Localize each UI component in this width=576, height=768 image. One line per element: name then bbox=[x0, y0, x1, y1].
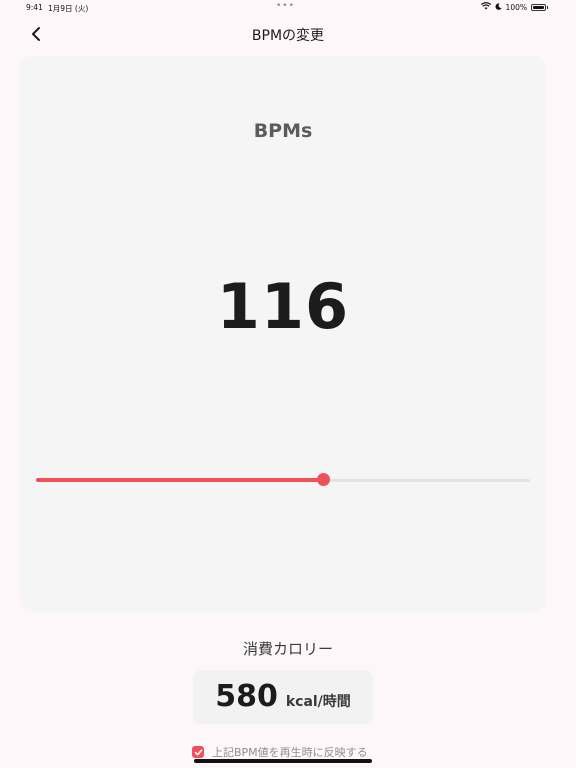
bpm-label: BPMs bbox=[253, 120, 313, 142]
calorie-display: 580 kcal/時間 bbox=[193, 670, 373, 724]
wifi-icon bbox=[480, 2, 491, 12]
bpm-card: BPMs 116 bbox=[20, 56, 546, 612]
status-time: 9:41 bbox=[26, 3, 43, 12]
moon-icon bbox=[495, 2, 502, 12]
bpm-value: 116 bbox=[216, 270, 350, 343]
checkmark-icon bbox=[194, 748, 202, 755]
battery-percent: 100% bbox=[505, 2, 527, 12]
calorie-value: 580 bbox=[215, 679, 278, 714]
status-bar: 9:41 1月9日 (火) ••• 100% bbox=[0, 0, 576, 14]
calorie-label: 消費カロリー bbox=[242, 640, 333, 658]
reflect-checkbox[interactable] bbox=[192, 746, 204, 758]
multitasking-dots-icon[interactable]: ••• bbox=[276, 1, 295, 11]
page-title: BPMの変更 bbox=[251, 28, 325, 44]
status-indicators: 100% bbox=[480, 2, 548, 12]
battery-icon bbox=[531, 3, 548, 11]
reflect-bpm-option[interactable]: 上記BPM値を再生時に反映する bbox=[192, 744, 368, 760]
navigation-bar: BPMの変更 bbox=[0, 18, 576, 50]
slider-thumb[interactable] bbox=[316, 473, 330, 486]
slider-fill bbox=[36, 478, 323, 482]
home-indicator[interactable] bbox=[194, 759, 372, 763]
calorie-unit: kcal/時間 bbox=[285, 694, 351, 710]
reflect-label: 上記BPM値を再生時に反映する bbox=[212, 746, 368, 759]
status-date: 1月9日 (火) bbox=[48, 4, 89, 13]
bpm-slider[interactable] bbox=[36, 472, 530, 488]
